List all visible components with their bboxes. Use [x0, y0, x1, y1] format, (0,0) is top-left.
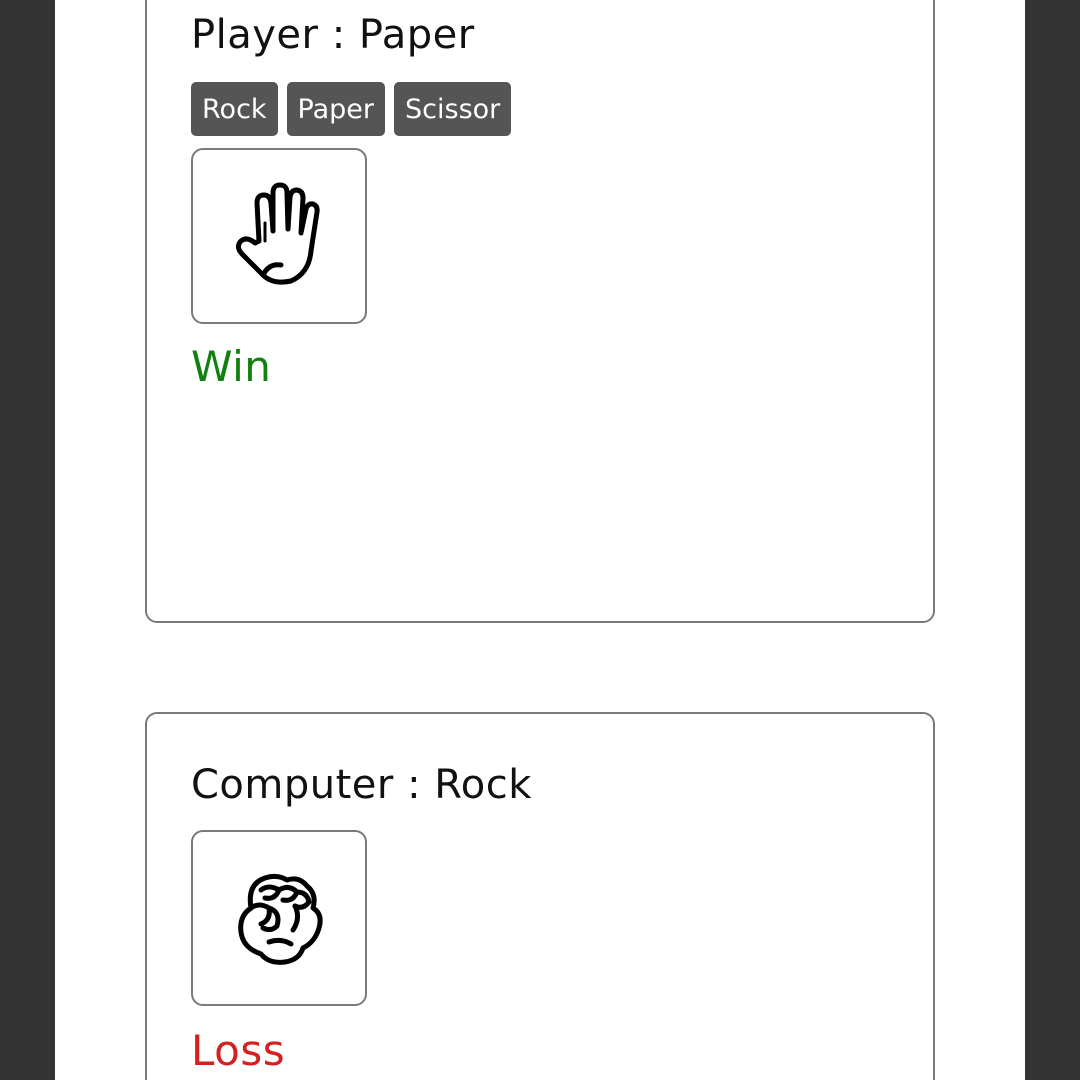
rock-button[interactable]: Rock	[191, 82, 278, 136]
computer-hand-box	[191, 830, 367, 1006]
computer-result: Loss	[191, 1026, 286, 1075]
game-page: Player : Paper Rock Paper Scissor Win Co…	[55, 0, 1025, 1080]
player-title: Player : Paper	[191, 12, 475, 58]
player-result: Win	[191, 342, 272, 391]
computer-card: Computer : Rock Loss	[145, 712, 935, 1080]
player-hand-box	[191, 148, 367, 324]
scissor-button[interactable]: Scissor	[394, 82, 512, 136]
paper-hand-icon	[235, 182, 320, 285]
computer-title: Computer : Rock	[191, 762, 532, 808]
choice-buttons: Rock Paper Scissor	[191, 82, 512, 136]
paper-button[interactable]: Paper	[286, 82, 386, 136]
player-card: Player : Paper Rock Paper Scissor Win	[145, 0, 935, 623]
rock-fist-icon	[238, 873, 323, 965]
